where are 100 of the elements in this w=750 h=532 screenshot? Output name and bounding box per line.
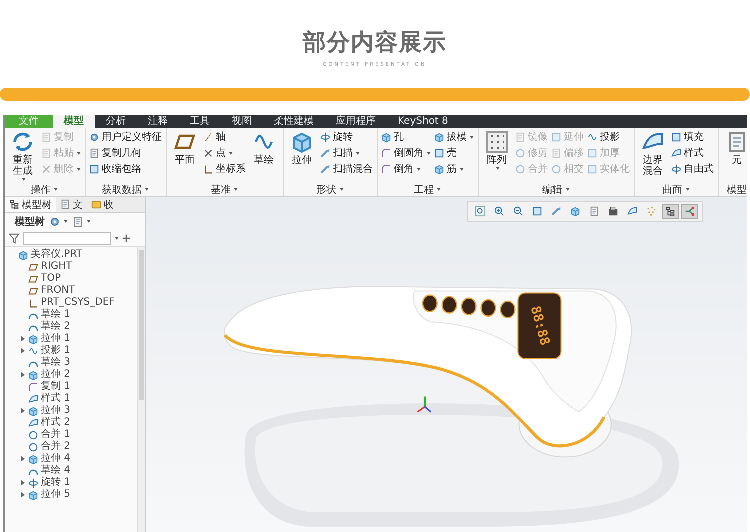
ribbon-button[interactable]: 倒角: [380, 161, 432, 177]
tree-item[interactable]: 合并 1: [41, 429, 71, 441]
parallelogram-icon: [28, 274, 39, 284]
ribbon-button[interactable]: 收缩包络: [88, 161, 163, 177]
tree-item[interactable]: PRT_CSYS_DEF: [41, 297, 115, 309]
panel-tab[interactable]: 文: [56, 197, 87, 212]
group-label[interactable]: 工程: [414, 183, 441, 196]
ribbon-tab[interactable]: 视图: [221, 115, 263, 128]
expand-arrow-icon[interactable]: [20, 336, 24, 342]
panel-tab[interactable]: 模型树: [5, 197, 56, 212]
group-label[interactable]: 模型: [727, 183, 747, 196]
tree-item[interactable]: 投影 1: [41, 345, 71, 357]
expand-arrow-icon[interactable]: [20, 348, 24, 354]
ribbon-button[interactable]: 平面: [172, 129, 198, 166]
ribbon-button[interactable]: 填充: [670, 129, 715, 145]
group-label[interactable]: 基准: [211, 183, 238, 196]
group-label[interactable]: 曲面: [662, 183, 690, 196]
tree-item[interactable]: 草绘 3: [41, 357, 71, 369]
circle-icon: [515, 148, 526, 158]
ribbon-button[interactable]: 用户定义特征: [88, 129, 163, 145]
ribbon-tab[interactable]: 模型: [53, 115, 95, 128]
ribbon-button[interactable]: 阵列: [484, 129, 510, 170]
rounded-corner-icon: [381, 148, 392, 158]
cube-icon: [434, 132, 445, 142]
ribbon-button[interactable]: 边界混合: [640, 129, 666, 177]
caret-icon: [87, 220, 91, 223]
tree-item[interactable]: 拉伸 1: [41, 333, 71, 345]
cube-icon: [18, 250, 29, 260]
cube-icon: [28, 370, 39, 380]
group-label[interactable]: 形状: [316, 183, 344, 196]
circle-icon: [28, 430, 39, 440]
ribbon-tab[interactable]: 应用程序: [325, 115, 387, 128]
ribbon-button[interactable]: 草绘: [251, 129, 277, 166]
ribbon-button[interactable]: 自由式: [670, 161, 715, 177]
add-icon[interactable]: [122, 234, 131, 242]
expand-arrow-icon[interactable]: [20, 456, 24, 462]
ribbon-button[interactable]: 元: [724, 129, 747, 166]
tree-item[interactable]: 拉伸 2: [41, 369, 71, 381]
ribbon-button[interactable]: 轴: [202, 129, 247, 145]
tree-item[interactable]: TOP: [41, 273, 62, 285]
ribbon-button[interactable]: 拔模: [433, 129, 475, 145]
tree-item[interactable]: RIGHT: [41, 261, 72, 273]
square-icon: [671, 132, 682, 142]
tree-item[interactable]: 草绘 1: [41, 309, 71, 321]
tree-icon: [665, 206, 676, 217]
search-field[interactable]: [23, 232, 111, 244]
expand-arrow-icon[interactable]: [20, 372, 24, 378]
circle-icon: [28, 442, 39, 452]
surface-icon: [671, 148, 682, 158]
show-button[interactable]: [72, 216, 91, 228]
tree-item[interactable]: 拉伸 4: [41, 453, 71, 465]
ribbon-button[interactable]: 倒圆角: [380, 145, 432, 161]
tree-item[interactable]: 美容仪.PRT: [31, 249, 83, 261]
group-label[interactable]: 编辑: [542, 183, 570, 196]
ribbon-button[interactable]: 扫描混合: [319, 161, 374, 177]
ribbon-button[interactable]: 旋转: [319, 129, 374, 145]
cross-icon: [203, 148, 214, 158]
tree-item[interactable]: 草绘 4: [41, 465, 71, 477]
cube-icon: [28, 454, 39, 464]
tree-item[interactable]: 拉伸 5: [41, 489, 71, 501]
view-tool-button[interactable]: [662, 204, 679, 219]
group-label[interactable]: 操作: [31, 183, 58, 196]
view-tool-button[interactable]: [681, 204, 698, 219]
ribbon-button[interactable]: 壳: [433, 145, 475, 161]
expand-arrow-icon[interactable]: [20, 492, 24, 498]
group-label[interactable]: 获取数据: [102, 183, 149, 196]
refresh-icon: [11, 130, 35, 154]
ribbon-button[interactable]: 筋: [433, 161, 475, 177]
scrollbar[interactable]: [137, 247, 145, 532]
expand-arrow-icon[interactable]: [20, 408, 24, 414]
ribbon-button[interactable]: 扫描: [319, 145, 374, 161]
ribbon-button[interactable]: 投影: [586, 129, 631, 145]
ribbon-tab[interactable]: 分析: [95, 115, 137, 128]
ribbon-tab[interactable]: 注释: [137, 115, 179, 128]
tree-item[interactable]: 拉伸 3: [41, 405, 71, 417]
panel-tab[interactable]: 收: [87, 197, 118, 212]
ribbon-button[interactable]: 重新生成: [10, 129, 36, 181]
tree-item[interactable]: 合并 2: [41, 441, 71, 453]
tree-item[interactable]: 旋转 1: [41, 477, 71, 489]
ribbon-button[interactable]: 样式: [670, 145, 715, 161]
tree-item[interactable]: 复制 1: [41, 381, 71, 393]
ribbon-tab[interactable]: KeyShot 8: [387, 115, 460, 128]
ribbon-tab[interactable]: 工具: [179, 115, 221, 128]
filter-icon[interactable]: [9, 232, 20, 244]
ribbon-button[interactable]: 复制几何: [88, 145, 163, 161]
tree-item[interactable]: 草绘 2: [41, 321, 71, 333]
ribbon-button[interactable]: 拉伸: [289, 129, 315, 166]
display-screen: [518, 292, 562, 360]
ribbon-button[interactable]: 孔: [380, 129, 432, 145]
tree-item[interactable]: 样式 2: [41, 417, 71, 429]
tree-item[interactable]: 样式 1: [41, 393, 71, 405]
ribbon-tab[interactable]: 柔性建模: [263, 115, 325, 128]
cube-icon: [570, 206, 581, 217]
expand-arrow-icon[interactable]: [20, 480, 24, 486]
caret-icon: [77, 168, 81, 170]
settings-button[interactable]: [49, 216, 68, 228]
ribbon-button[interactable]: 点: [202, 145, 247, 161]
circle-icon: [551, 164, 562, 174]
tree-item[interactable]: FRONT: [41, 285, 76, 297]
ribbon-button[interactable]: 坐标系: [202, 161, 247, 177]
